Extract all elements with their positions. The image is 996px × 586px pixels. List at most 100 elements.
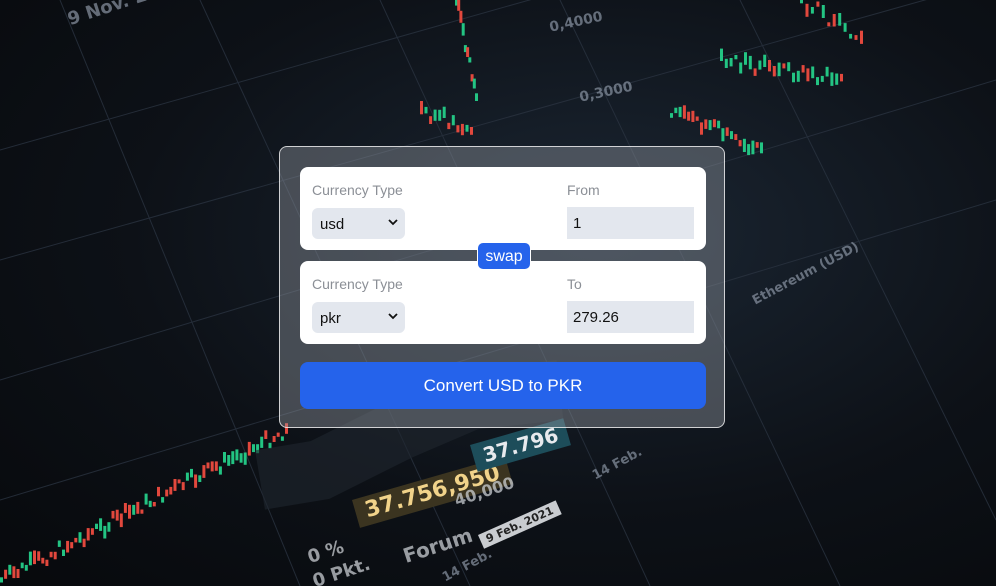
bg-candle	[691, 110, 695, 122]
from-amount-label: From	[567, 182, 600, 198]
bg-candle	[111, 510, 115, 519]
bg-candle	[827, 22, 831, 27]
bg-candle	[429, 116, 433, 124]
bg-candle	[849, 33, 853, 39]
bg-candle	[235, 449, 239, 461]
bg-candle	[264, 430, 268, 439]
bg-candle	[190, 468, 193, 478]
bg-candle	[132, 504, 136, 515]
bg-candle	[838, 13, 842, 26]
bg-candle	[792, 72, 795, 83]
bg-candle	[753, 68, 757, 76]
chevron-down-icon	[388, 219, 398, 226]
bg-candle	[82, 538, 86, 548]
bg-candle	[472, 78, 476, 89]
bg-candle	[678, 106, 682, 118]
bg-candle	[695, 116, 699, 121]
bg-candle	[37, 551, 41, 561]
bg-candle	[451, 115, 455, 126]
bg-candle	[280, 436, 284, 441]
bg-candle	[62, 549, 65, 556]
bg-candle	[468, 57, 472, 63]
bg-candle	[457, 0, 461, 11]
bg-candle	[28, 551, 32, 566]
swap-button[interactable]: swap	[477, 242, 531, 270]
bg-candle	[800, 0, 803, 4]
bg-candle	[115, 509, 119, 521]
bg-candle	[66, 540, 70, 553]
bg-candle	[840, 73, 843, 82]
bg-candle	[721, 128, 725, 142]
bg-candle	[835, 73, 839, 85]
bg-candle	[202, 465, 206, 478]
bg-candle	[0, 577, 3, 583]
bg-candle	[447, 122, 451, 130]
to-panel: Currency Type To pkr	[300, 261, 706, 344]
bg-candle	[12, 566, 16, 579]
to-amount-output[interactable]	[567, 301, 694, 333]
bg-candle	[738, 140, 742, 147]
bg-candle	[720, 48, 723, 61]
bg-candle	[470, 127, 473, 135]
bg-candle	[420, 101, 423, 115]
bg-candle	[57, 540, 61, 547]
bg-candle	[820, 75, 824, 82]
bg-candle	[227, 455, 231, 466]
bg-candle	[825, 66, 829, 77]
bg-candle	[194, 474, 198, 488]
to-currency-value: pkr	[320, 310, 341, 327]
bg-candle	[103, 525, 107, 539]
bg-candle	[821, 5, 825, 18]
bg-candle	[704, 119, 708, 129]
bg-candle	[33, 550, 36, 565]
to-currency-select[interactable]: pkr	[312, 302, 405, 333]
bg-candle	[181, 482, 185, 491]
bg-candle	[801, 65, 805, 73]
bg-candle	[252, 444, 255, 453]
bg-candle	[763, 54, 767, 67]
chevron-down-icon	[388, 313, 398, 320]
bg-candle	[90, 528, 94, 535]
bg-candle	[4, 569, 8, 579]
bg-candle	[777, 62, 781, 77]
bg-candle	[830, 72, 834, 86]
bg-candle	[811, 66, 815, 79]
bg-candle	[119, 513, 123, 528]
from-currency-select[interactable]: usd	[312, 208, 405, 239]
bg-candle	[772, 66, 776, 77]
bg-candle	[157, 486, 160, 497]
bg-candle	[796, 70, 800, 82]
bg-candle	[136, 501, 140, 514]
bg-candle	[78, 532, 82, 543]
bg-candle	[768, 60, 771, 72]
bg-candle	[49, 551, 53, 558]
bg-candle	[456, 125, 460, 133]
bg-candle	[805, 3, 809, 17]
bg-candle	[185, 472, 189, 481]
bg-candle	[816, 77, 819, 86]
bg-candle	[729, 58, 733, 67]
bg-candle	[169, 486, 173, 495]
convert-button[interactable]: Convert USD to PKR	[300, 362, 706, 409]
bg-candle	[682, 105, 686, 119]
bg-candle	[460, 123, 464, 136]
bg-candle	[760, 142, 763, 154]
bg-candle	[218, 466, 222, 475]
bg-candle	[810, 7, 814, 14]
bg-candle	[854, 35, 858, 40]
bg-candle	[424, 106, 428, 114]
bg-candle	[123, 503, 127, 513]
bg-candle	[712, 119, 716, 128]
bg-candle	[268, 442, 272, 449]
from-amount-input[interactable]	[567, 207, 694, 239]
bg-candle	[832, 14, 836, 27]
to-currency-label: Currency Type	[312, 276, 403, 292]
converter-card: Currency Type From usd Currency Type To …	[279, 146, 725, 428]
bg-candle	[70, 542, 74, 549]
from-currency-label: Currency Type	[312, 182, 403, 198]
bg-candle	[717, 120, 721, 129]
bg-candle	[742, 138, 746, 152]
bg-candle	[438, 109, 442, 121]
bg-candle	[751, 140, 755, 155]
bg-candle	[442, 106, 446, 118]
